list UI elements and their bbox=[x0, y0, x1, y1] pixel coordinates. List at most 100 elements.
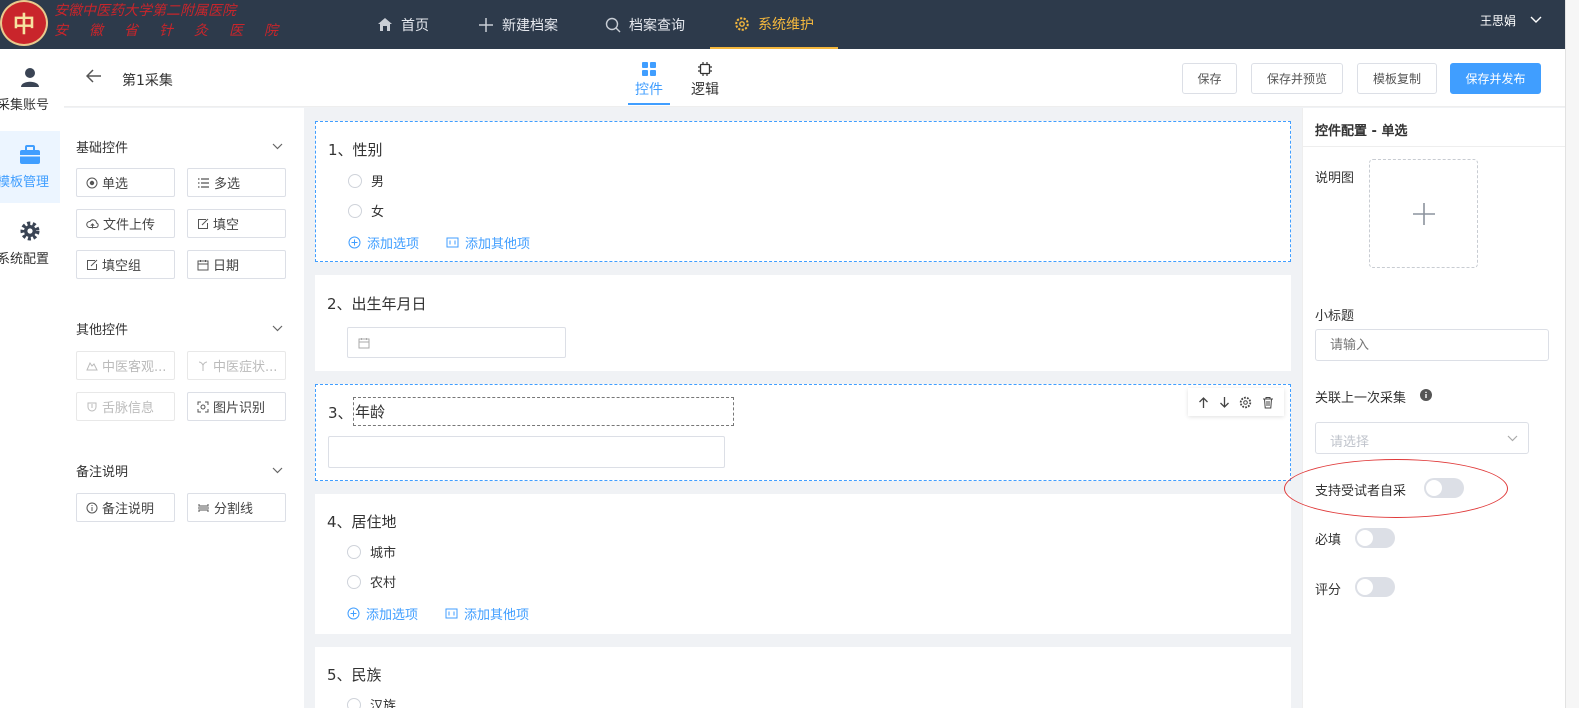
chevron-down-icon[interactable] bbox=[272, 325, 283, 332]
question-card-ethnicity[interactable]: 5、民族 汉族 bbox=[315, 647, 1291, 708]
back-arrow-icon[interactable] bbox=[86, 69, 102, 83]
nav-archive-search-label: 档案查询 bbox=[629, 17, 685, 34]
trash-icon[interactable] bbox=[1262, 396, 1274, 409]
question-card-birthdate[interactable]: 2、出生年月日 bbox=[315, 275, 1291, 371]
radio-circle bbox=[348, 173, 362, 188]
tab-logic[interactable]: 逻辑 bbox=[690, 61, 720, 99]
save-button[interactable]: 保存 bbox=[1182, 63, 1237, 94]
question-card-gender[interactable]: 1、性别 男 女 添加选项 添加其他项 bbox=[315, 121, 1291, 262]
palette-item-label: 备注说明 bbox=[102, 502, 155, 517]
top-navbar: 中 安徽中医药大学第二附属医院 安徽省针灸医院 首页 新建档案 档案查询 系统维… bbox=[0, 0, 1565, 49]
nav-system-maintenance-label: 系统维护 bbox=[758, 16, 814, 33]
control-config-panel: 控件配置 - 单选 说明图 小标题 关联上一次采集 请选择 支持受试者自采 必填… bbox=[1302, 108, 1565, 708]
score-label: 评分 bbox=[1315, 583, 1342, 598]
tab-controls[interactable]: 控件 bbox=[628, 61, 670, 105]
radio-circle bbox=[347, 574, 361, 589]
save-publish-button[interactable]: 保存并发布 bbox=[1450, 63, 1541, 94]
question-title: 4、居住地 bbox=[327, 513, 397, 531]
arrow-down-icon[interactable] bbox=[1219, 396, 1230, 409]
palette-multi-choice[interactable]: 多选 bbox=[187, 168, 286, 197]
search-icon bbox=[605, 17, 621, 32]
nav-home[interactable]: 首页 bbox=[377, 0, 429, 49]
image-upload-box[interactable] bbox=[1369, 159, 1478, 268]
nav-new-archive-label: 新建档案 bbox=[502, 17, 558, 34]
palette-date[interactable]: 日期 bbox=[187, 250, 286, 279]
tab-controls-label: 控件 bbox=[635, 82, 663, 98]
answer-input[interactable] bbox=[328, 436, 725, 468]
user-icon bbox=[21, 67, 39, 87]
palette-image-recognition[interactable]: 图片识别 bbox=[187, 392, 286, 421]
chevron-down-icon[interactable] bbox=[272, 467, 283, 474]
rail-item-label: 模板管理 bbox=[0, 174, 49, 190]
briefcase-icon bbox=[20, 144, 40, 164]
add-other-button[interactable]: 添加其他项 bbox=[446, 233, 530, 252]
question-title: 1、性别 bbox=[328, 141, 383, 159]
user-menu[interactable]: 王思娟 bbox=[1480, 0, 1542, 40]
palette-item-label: 中医客观... bbox=[102, 360, 167, 375]
add-other-button[interactable]: 添加其他项 bbox=[445, 604, 529, 623]
chevron-down-icon bbox=[1530, 16, 1542, 23]
option-rural[interactable]: 农村 bbox=[347, 572, 396, 591]
chevron-down-icon bbox=[1507, 435, 1518, 442]
link-previous-select[interactable]: 请选择 bbox=[1315, 422, 1529, 454]
option-female[interactable]: 女 bbox=[348, 201, 384, 220]
add-option-button[interactable]: 添加选项 bbox=[347, 604, 418, 623]
question-card-age[interactable]: 3、 年龄 bbox=[315, 384, 1291, 481]
palette-fill-group[interactable]: 填空组 bbox=[76, 250, 175, 279]
subtitle-label: 小标题 bbox=[1315, 309, 1355, 324]
chip-icon bbox=[698, 62, 712, 76]
question-title-edit[interactable]: 年龄 bbox=[353, 397, 734, 426]
calendar-icon bbox=[358, 338, 370, 349]
save-preview-button[interactable]: 保存并预览 bbox=[1251, 63, 1343, 94]
note-controls-title: 备注说明 bbox=[76, 465, 129, 480]
palette-tongue-pulse: 舌脉信息 bbox=[76, 392, 175, 421]
option-label: 农村 bbox=[370, 576, 397, 591]
herb-icon bbox=[198, 361, 208, 371]
calendar-icon bbox=[197, 259, 209, 270]
palette-item-label: 图片识别 bbox=[213, 401, 266, 416]
add-option-label: 添加选项 bbox=[366, 608, 419, 623]
required-label: 必填 bbox=[1315, 533, 1342, 548]
other-controls-title: 其他控件 bbox=[76, 323, 129, 338]
palette-item-label: 中医症状... bbox=[213, 360, 278, 375]
template-copy-button[interactable]: 模板复制 bbox=[1357, 63, 1437, 94]
question-card-residence[interactable]: 4、居住地 城市 农村 添加选项 添加其他项 bbox=[315, 494, 1291, 634]
radio-circle bbox=[348, 203, 362, 218]
edit-icon bbox=[198, 218, 209, 229]
info-icon[interactable] bbox=[1420, 389, 1432, 401]
palette-item-label: 填空组 bbox=[102, 259, 142, 274]
palette-file-upload[interactable]: 文件上传 bbox=[76, 209, 175, 238]
palette-single-choice[interactable]: 单选 bbox=[76, 168, 175, 197]
nav-new-archive[interactable]: 新建档案 bbox=[478, 0, 558, 49]
option-han[interactable]: 汉族 bbox=[347, 695, 396, 708]
palette-divider[interactable]: 分割线 bbox=[187, 493, 286, 522]
palette-note[interactable]: 备注说明 bbox=[76, 493, 175, 522]
gear-icon bbox=[735, 16, 749, 31]
gear-icon[interactable] bbox=[1239, 396, 1252, 409]
add-option-button[interactable]: 添加选项 bbox=[348, 233, 419, 252]
page-title: 第1采集 bbox=[122, 73, 173, 89]
question-title: 2、出生年月日 bbox=[327, 295, 427, 313]
option-city[interactable]: 城市 bbox=[347, 542, 396, 561]
rail-item-collect-account[interactable]: 采集账号 bbox=[0, 53, 60, 125]
form-canvas: 1、性别 男 女 添加选项 添加其他项 2、出生年月日 3、 年龄 4、居住地 … bbox=[304, 108, 1301, 708]
other-option-icon bbox=[445, 608, 458, 619]
page-scrollbar[interactable] bbox=[1565, 0, 1579, 708]
chevron-down-icon[interactable] bbox=[272, 143, 283, 150]
nav-archive-search[interactable]: 档案查询 bbox=[605, 0, 685, 49]
arrow-up-icon[interactable] bbox=[1198, 396, 1209, 409]
rail-item-template-management[interactable]: 模板管理 bbox=[0, 131, 60, 203]
palette-fill-blank[interactable]: 填空 bbox=[187, 209, 286, 238]
hospital-name-logo: 安徽中医药大学第二附属医院 安徽省针灸医院 bbox=[54, 0, 359, 46]
date-picker-input[interactable] bbox=[347, 327, 566, 358]
rail-item-label: 系统配置 bbox=[0, 251, 49, 267]
palette-item-label: 舌脉信息 bbox=[102, 401, 155, 416]
required-switch[interactable] bbox=[1355, 528, 1395, 548]
list-icon bbox=[198, 177, 209, 188]
subtitle-input[interactable] bbox=[1315, 329, 1549, 361]
option-male[interactable]: 男 bbox=[348, 171, 384, 190]
rail-item-system-config[interactable]: 系统配置 bbox=[0, 207, 60, 279]
hand-icon bbox=[86, 361, 98, 370]
nav-system-maintenance[interactable]: 系统维护 bbox=[710, 0, 838, 49]
score-switch[interactable] bbox=[1355, 577, 1395, 597]
